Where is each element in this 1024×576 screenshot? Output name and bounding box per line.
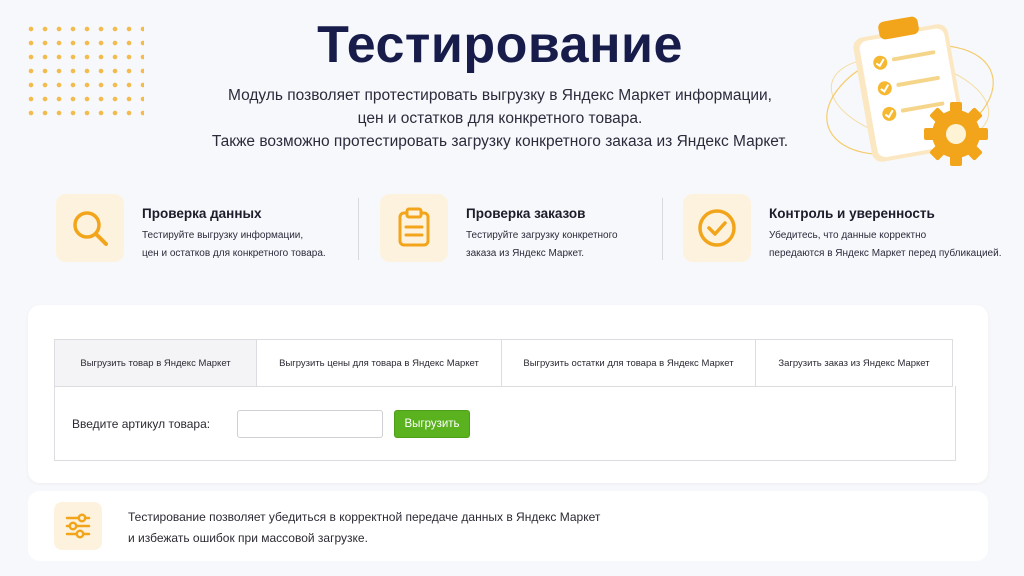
tab-upload-product[interactable]: Выгрузить товар в Яндекс Маркет [54,339,257,387]
feature-list: Проверка данных Тестируйте выгрузку инфо… [56,194,1016,266]
feature-control: Контроль и уверенность Убедитесь, что да… [683,194,1001,263]
upload-button[interactable]: Выгрузить [394,410,470,438]
feature-description: Тестируйте загрузку конкретного заказа и… [466,227,618,263]
test-card: Выгрузить товар в Яндекс Маркет Выгрузит… [28,305,988,483]
feature-description-line-1: Убедитесь, что данные корректно [769,230,927,241]
feature-description-line-2: цен и остатков для конкретного товара. [142,248,326,259]
divider [358,198,359,260]
divider [662,198,663,260]
feature-description-line-1: Тестируйте выгрузку информации, [142,230,304,241]
feature-description-line-1: Тестируйте загрузку конкретного [466,230,618,241]
note-text: Тестирование позволяет убедиться в корре… [128,507,600,549]
note-line-1: Тестирование позволяет убедиться в корре… [128,510,601,524]
tab-upload-stock[interactable]: Выгрузить остатки для товара в Яндекс Ма… [501,339,756,387]
search-icon [56,194,124,262]
feature-description: Тестируйте выгрузку информации, цен и ос… [142,227,326,263]
feature-title: Проверка данных [142,206,262,221]
info-note: Тестирование позволяет убедиться в корре… [28,491,988,561]
tab-load-order[interactable]: Загрузить заказ из Яндекс Маркет [755,339,953,387]
tab-bar: Выгрузить товар в Яндекс Маркет Выгрузит… [54,339,956,387]
article-input[interactable] [237,410,383,438]
tab-upload-prices[interactable]: Выгрузить цены для товара в Яндекс Марке… [256,339,502,387]
feature-description-line-2: передаются в Яндекс Маркет перед публика… [769,248,1002,259]
note-line-2: и избежать ошибок при массовой загрузке. [128,531,368,545]
clipboard-icon [380,194,448,262]
tab-panel: Введите артикул товара: Выгрузить [54,386,956,461]
feature-order-check: Проверка заказов Тестируйте загрузку кон… [380,194,618,263]
sliders-icon [54,502,102,550]
feature-data-check: Проверка данных Тестируйте выгрузку инфо… [56,194,326,263]
feature-title: Проверка заказов [466,206,586,221]
feature-title: Контроль и уверенность [769,206,935,221]
feature-description: Убедитесь, что данные корректно передают… [769,227,1001,263]
clipboard-gear-illustration [826,16,994,166]
check-circle-icon [683,194,751,262]
feature-description-line-2: заказа из Яндекс Маркет. [466,248,585,259]
article-label: Введите артикул товара: [72,417,211,431]
